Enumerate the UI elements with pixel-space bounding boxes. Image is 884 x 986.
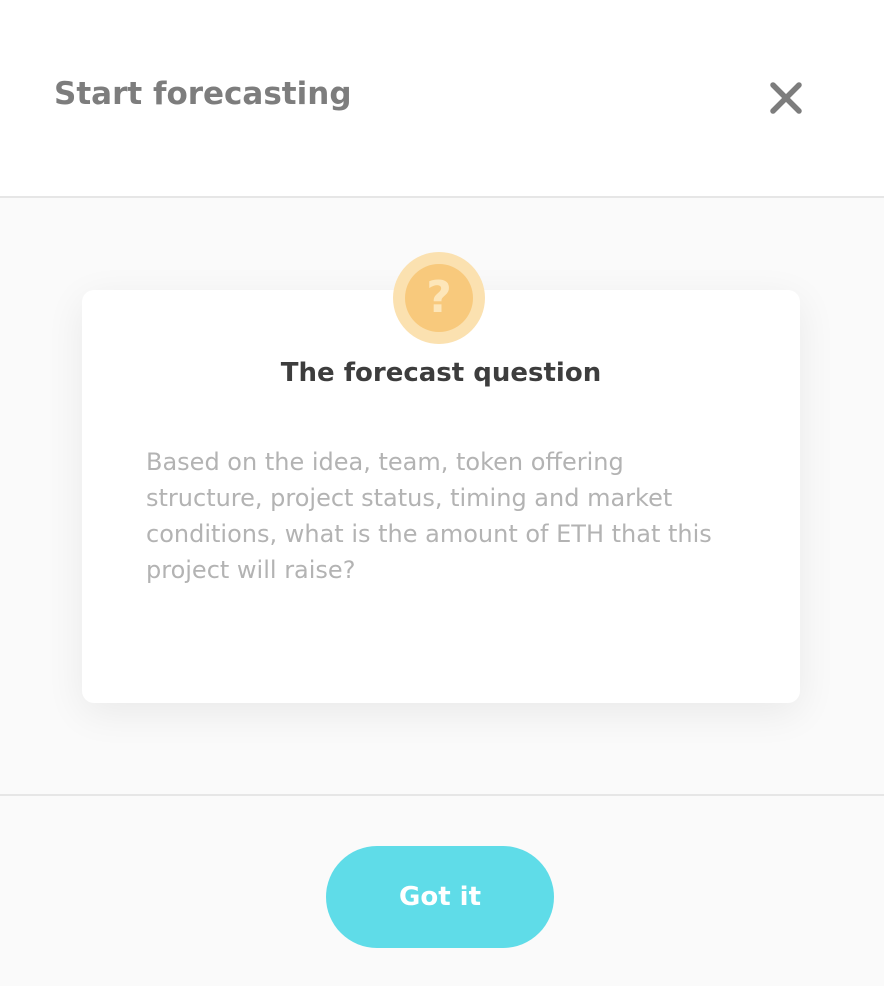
modal-header: Start forecasting: [0, 0, 884, 198]
question-icon-glyph: ?: [405, 264, 473, 332]
start-forecasting-modal: Start forecasting ? The forecast questio…: [0, 0, 884, 986]
card-description: Based on the idea, team, token offering …: [146, 448, 712, 584]
close-button[interactable]: [766, 78, 806, 118]
modal-footer: Got it: [0, 796, 884, 986]
question-icon: ?: [393, 252, 485, 344]
modal-title: Start forecasting: [54, 76, 352, 112]
got-it-button[interactable]: Got it: [326, 846, 554, 948]
modal-body: ? The forecast question Based on the ide…: [0, 198, 884, 796]
card-title: The forecast question: [280, 358, 602, 388]
close-icon: [770, 82, 802, 114]
forecast-question-card: ? The forecast question Based on the ide…: [82, 252, 800, 703]
